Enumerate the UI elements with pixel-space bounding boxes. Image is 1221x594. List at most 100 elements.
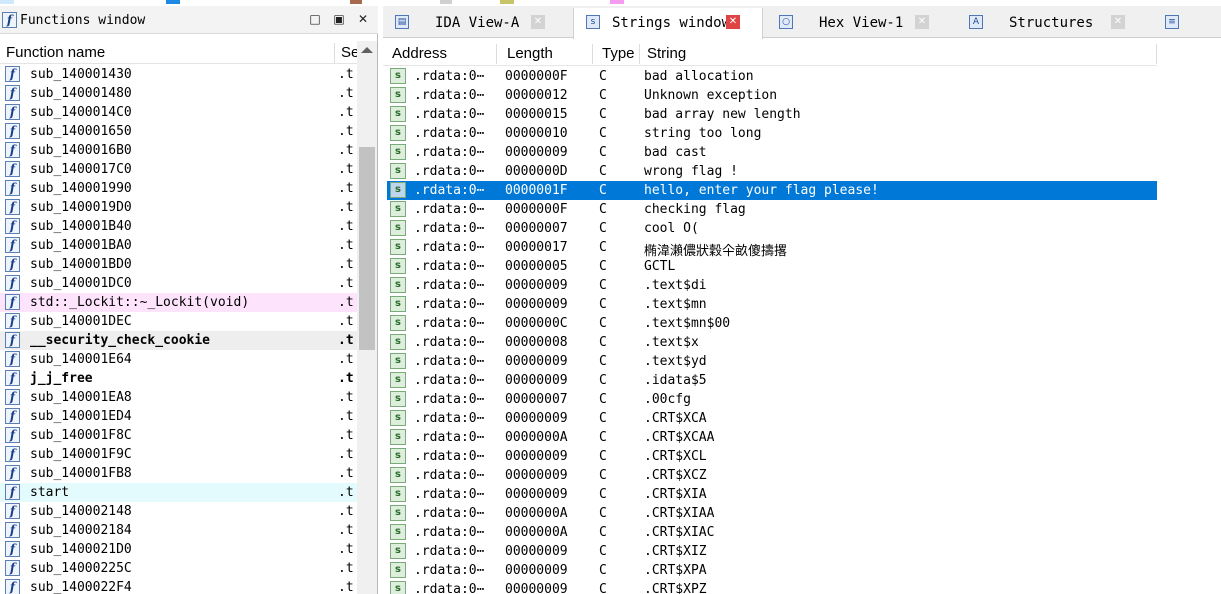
function-row[interactable]: f sub_140001650 .t	[0, 122, 357, 141]
string-row[interactable]: s .rdata:0⋯ 00000015 Cbad array new length	[387, 105, 1157, 124]
string-row[interactable]: s .rdata:0⋯ 00000009 C .text$mn	[387, 295, 1157, 314]
tab-label: Hex View-1	[819, 15, 904, 31]
string-row[interactable]: s .rdata:0⋯ 0000000F Cchecking flag	[387, 200, 1157, 219]
string-icon: s	[390, 68, 406, 84]
function-row[interactable]: f sub_140001B40 .t	[0, 217, 357, 236]
column-divider[interactable]	[496, 44, 497, 64]
column-divider[interactable]	[639, 44, 640, 64]
function-row[interactable]: f sub_14000225C .t	[0, 559, 357, 578]
function-row[interactable]: f sub_140001990 .t	[0, 179, 357, 198]
close-tab-icon[interactable]: ✕	[1111, 15, 1125, 29]
close-tab-icon[interactable]: ✕	[915, 15, 929, 29]
string-length: 0000000C	[505, 316, 568, 331]
string-row[interactable]: s .rdata:0⋯ 00000012 C Unknown exception	[387, 86, 1157, 105]
string-row[interactable]: s .rdata:0⋯ 0000000D Cwrong flag !	[387, 162, 1157, 181]
string-row[interactable]: s .rdata:0⋯ 00000009 C .idata$5	[387, 371, 1157, 390]
string-type: C	[599, 278, 607, 293]
string-row[interactable]: s .rdata:0⋯ 00000009 C .text$yd	[387, 352, 1157, 371]
function-segment: .t	[338, 295, 354, 310]
string-row[interactable]: s .rdata:0⋯ 00000009 Cbad cast	[387, 143, 1157, 162]
tab-ida-view-a[interactable]: ▤ IDA View-A ✕	[383, 8, 569, 37]
column-divider[interactable]	[334, 43, 335, 63]
function-row[interactable]: f sub_140001F9C .t	[0, 445, 357, 464]
string-type: C	[599, 468, 607, 483]
function-row[interactable]: f sub_140001F8C .t	[0, 426, 357, 445]
string-icon: s	[390, 182, 406, 198]
string-row[interactable]: s .rdata:0⋯ 00000010 Cstring too long	[387, 124, 1157, 143]
function-row[interactable]: f sub_140002148 .t	[0, 502, 357, 521]
string-row[interactable]: s .rdata:0⋯ 0000000A C .CRT$XCAA	[387, 428, 1157, 447]
string-row[interactable]: s .rdata:0⋯ 00000009 C .text$di	[387, 276, 1157, 295]
string-address: .rdata:0⋯	[414, 202, 485, 217]
function-row[interactable]: f start .t	[0, 483, 357, 502]
function-row[interactable]: f sub_140001BD0 .t	[0, 255, 357, 274]
string-row[interactable]: s .rdata:0⋯ 00000009 C .CRT$XCL	[387, 447, 1157, 466]
function-row[interactable]: f sub_1400021D0 .t	[0, 540, 357, 559]
tab-structures[interactable]: A Structures ✕	[957, 8, 1149, 37]
string-row[interactable]: s .rdata:0⋯ 00000009 C .CRT$XIA	[387, 485, 1157, 504]
string-row[interactable]: s .rdata:0⋯ 00000009 C .CRT$XCZ	[387, 466, 1157, 485]
function-row[interactable]: f __security_check_cookie .t	[0, 331, 357, 350]
scrollbar-thumb[interactable]	[359, 147, 375, 350]
function-row[interactable]: f sub_1400014C0 .t	[0, 103, 357, 122]
close-tab-icon[interactable]: ✕	[726, 15, 740, 29]
string-row[interactable]: s .rdata:0⋯ 00000009 C .CRT$XPZ	[387, 580, 1157, 594]
column-length[interactable]: Length	[507, 45, 553, 62]
string-row[interactable]: s .rdata:0⋯ 00000017 C 椭湋瀨儂狀穀仐畝傻擣撂	[387, 238, 1157, 259]
function-row[interactable]: f sub_140001FB8 .t	[0, 464, 357, 483]
function-row[interactable]: f sub_140001480 .t	[0, 84, 357, 103]
string-row[interactable]: s .rdata:0⋯ 00000009 C .CRT$XIZ	[387, 542, 1157, 561]
string-length: 00000009	[505, 145, 568, 160]
string-row[interactable]: s .rdata:0⋯ 0000000A C .CRT$XIAC	[387, 523, 1157, 542]
column-divider[interactable]	[1156, 44, 1157, 64]
string-length: 00000007	[505, 392, 568, 407]
column-divider[interactable]	[592, 44, 593, 64]
tab-strings-window[interactable]: s Strings window ✕	[573, 8, 763, 39]
tab-enums[interactable]: ≡	[1153, 8, 1221, 37]
function-row[interactable]: f sub_140001DEC .t	[0, 312, 357, 331]
string-icon: s	[390, 448, 406, 464]
string-row[interactable]: s .rdata:0⋯ 00000007 C .00cfg	[387, 390, 1157, 409]
float-button[interactable]: ▣	[331, 11, 347, 27]
function-row[interactable]: f sub_140001430 .t	[0, 65, 357, 84]
column-function-name[interactable]: Function name	[6, 44, 105, 61]
string-row[interactable]: s .rdata:0⋯ 0000000F Cbad allocation	[387, 67, 1157, 86]
function-row[interactable]: f sub_1400022F4 .t	[0, 578, 357, 594]
function-row[interactable]: f sub_1400016B0 .t	[0, 141, 357, 160]
string-row[interactable]: s .rdata:0⋯ 00000009 C .CRT$XCA	[387, 409, 1157, 428]
close-tab-icon[interactable]: ✕	[531, 15, 545, 29]
function-row[interactable]: f sub_140002184 .t	[0, 521, 357, 540]
string-row[interactable]: s .rdata:0⋯ 0000001F Chello, enter your fla…	[387, 181, 1157, 200]
functions-scrollbar[interactable]	[357, 41, 377, 594]
string-row[interactable]: s .rdata:0⋯ 00000008 C .text$x	[387, 333, 1157, 352]
function-row[interactable]: f sub_1400017C0 .t	[0, 160, 357, 179]
string-row[interactable]: s .rdata:0⋯ 00000005 C GCTL	[387, 257, 1157, 276]
function-row[interactable]: f std::_Lockit::~_Lockit(void) .t	[0, 293, 357, 312]
function-row[interactable]: f sub_140001E64 .t	[0, 350, 357, 369]
string-row[interactable]: s .rdata:0⋯ 0000000C C .text$mn$00	[387, 314, 1157, 333]
column-string[interactable]: String	[647, 45, 686, 62]
function-icon: f	[5, 503, 20, 519]
column-type[interactable]: Type	[602, 45, 635, 62]
functions-list: f sub_140001430 .t f sub_140001480 .t f sub_140…	[0, 65, 357, 594]
column-address[interactable]: Address	[392, 45, 447, 62]
scroll-up-icon[interactable]	[361, 47, 373, 53]
function-row[interactable]: f sub_140001ED4 .t	[0, 407, 357, 426]
tab-hex-view-1[interactable]: ○ Hex View-1 ✕	[767, 8, 953, 37]
close-button[interactable]: ✕	[355, 11, 371, 27]
function-row[interactable]: f j_j_free .t	[0, 369, 357, 388]
string-icon: s	[390, 239, 406, 255]
function-icon: f	[5, 332, 20, 348]
string-row[interactable]: s .rdata:0⋯ 0000000A C .CRT$XIAA	[387, 504, 1157, 523]
function-name: sub_140001E64	[30, 352, 132, 367]
string-row[interactable]: s .rdata:0⋯ 00000009 C .CRT$XPA	[387, 561, 1157, 580]
maximize-button[interactable]: □	[307, 11, 323, 27]
function-row[interactable]: f sub_140001BA0 .t	[0, 236, 357, 255]
functions-window-titlebar[interactable]: f Functions window □ ▣ ✕	[0, 6, 378, 34]
function-segment: .t	[338, 352, 354, 367]
function-row[interactable]: f sub_140001EA8 .t	[0, 388, 357, 407]
function-row[interactable]: f sub_140001DC0 .t	[0, 274, 357, 293]
string-length: 0000001F	[505, 183, 568, 198]
string-row[interactable]: s .rdata:0⋯ 00000007 Ccool O(	[387, 219, 1157, 238]
function-row[interactable]: f sub_1400019D0 .t	[0, 198, 357, 217]
